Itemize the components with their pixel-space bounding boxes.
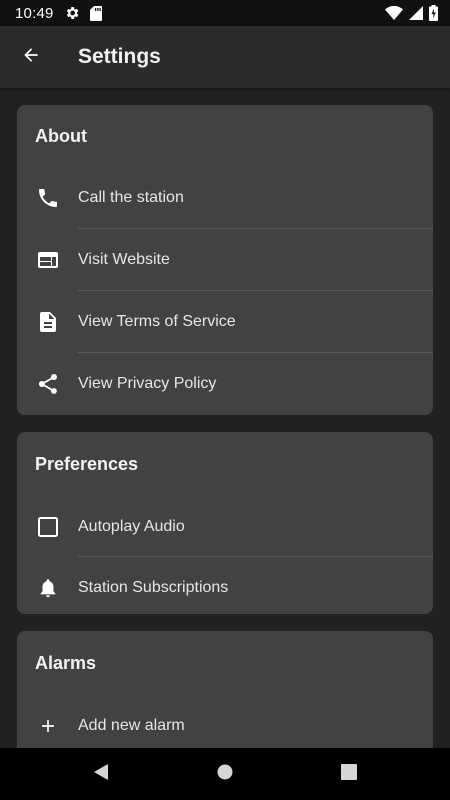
app-bar: Settings <box>0 26 450 88</box>
add-alarm-label: Add new alarm <box>78 717 185 734</box>
sd-card-icon <box>89 5 102 21</box>
status-right <box>385 5 438 21</box>
status-bar: 10:49 <box>0 0 450 26</box>
document-icon <box>17 310 79 334</box>
alarms-header: Alarms <box>35 652 97 673</box>
share-icon <box>17 372 79 396</box>
nav-home-button[interactable] <box>211 760 239 788</box>
circle-home-icon <box>217 764 233 785</box>
autoplay-audio-item[interactable]: Autoplay Audio <box>17 496 433 557</box>
arrow-back-icon <box>21 45 41 70</box>
call-station-label: Call the station <box>78 189 184 206</box>
signal-icon <box>409 6 423 20</box>
plus-icon <box>17 716 79 736</box>
triangle-back-icon <box>92 763 110 786</box>
navigation-bar <box>0 748 450 800</box>
about-header: About <box>35 125 87 146</box>
status-time: 10:49 <box>15 4 54 22</box>
station-subscriptions-item[interactable]: Station Subscriptions <box>17 557 433 614</box>
about-card: About Call the station Visit Website Vie… <box>17 105 433 415</box>
page-title: Settings <box>78 45 161 68</box>
nav-recents-button[interactable] <box>335 760 363 788</box>
visit-website-label: Visit Website <box>78 251 170 268</box>
terms-of-service-label: View Terms of Service <box>78 313 236 330</box>
settings-list[interactable]: About Call the station Visit Website Vie… <box>0 88 450 748</box>
privacy-policy-item[interactable]: View Privacy Policy <box>17 353 433 415</box>
battery-icon <box>429 5 438 21</box>
alarms-card: Alarms Add new alarm <box>17 631 433 748</box>
terms-of-service-item[interactable]: View Terms of Service <box>17 291 433 353</box>
back-button[interactable] <box>0 26 62 88</box>
checkbox-icon[interactable] <box>17 516 79 538</box>
settings-gear-icon <box>64 5 80 21</box>
privacy-policy-label: View Privacy Policy <box>78 375 217 392</box>
square-recents-icon <box>341 763 357 785</box>
visit-website-item[interactable]: Visit Website <box>17 229 433 291</box>
bell-icon <box>17 577 79 599</box>
add-alarm-item[interactable]: Add new alarm <box>17 695 433 748</box>
phone-icon <box>17 186 79 210</box>
nav-back-button[interactable] <box>87 760 115 788</box>
call-station-item[interactable]: Call the station <box>17 167 433 229</box>
web-icon <box>17 248 79 272</box>
status-left: 10:49 <box>15 5 102 22</box>
autoplay-audio-label: Autoplay Audio <box>78 517 185 535</box>
preferences-header: Preferences <box>35 453 139 474</box>
preferences-card: Preferences Autoplay Audio Station Subsc… <box>17 432 433 614</box>
station-subscriptions-label: Station Subscriptions <box>78 578 229 596</box>
wifi-icon <box>385 6 403 20</box>
